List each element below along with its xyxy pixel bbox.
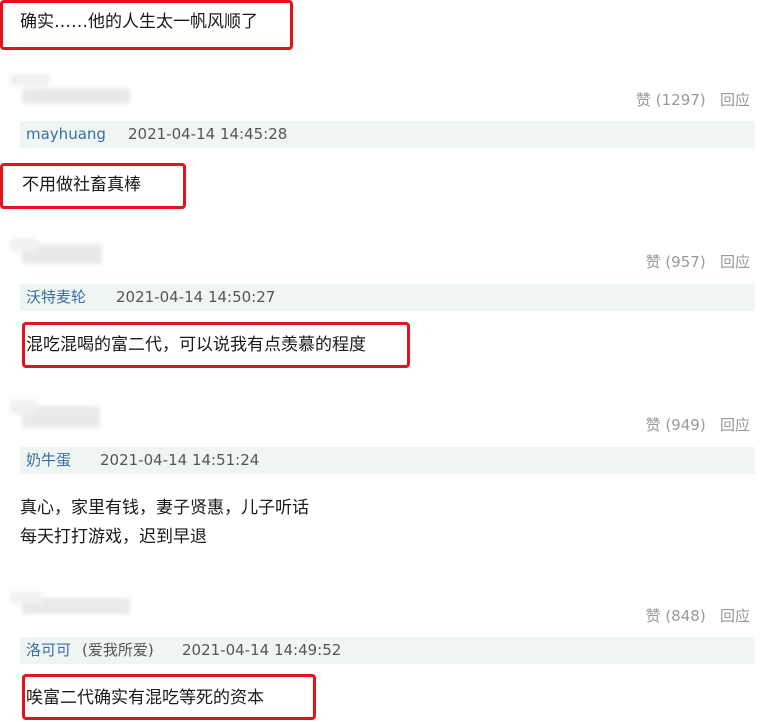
comment-text: 确实……他的人生太一帆风顺了	[20, 12, 258, 32]
like-button[interactable]: 赞 (848)	[646, 607, 706, 625]
avatar	[22, 88, 130, 104]
username-suffix: (爱我所爱)	[82, 641, 154, 659]
username-link[interactable]: mayhuang	[26, 121, 106, 148]
timestamp: 2021-04-14 14:49:52	[182, 641, 342, 659]
username-link[interactable]: 洛可可	[26, 637, 71, 664]
timestamp: 2021-04-14 14:50:27	[116, 288, 276, 306]
reply-button[interactable]: 回应	[720, 416, 750, 434]
comment-actions: 赞 (1297) 回应	[636, 89, 750, 110]
comment-actions: 赞 (949) 回应	[646, 414, 750, 435]
comment-meta: 沃特麦轮 2021-04-14 14:50:27	[20, 284, 755, 311]
comment-meta: 奶牛蛋 2021-04-14 14:51:24	[20, 447, 755, 474]
avatar	[10, 400, 38, 414]
comment-meta: 洛可可 (爱我所爱) 2021-04-14 14:49:52	[20, 637, 755, 664]
comment-actions: 赞 (848) 回应	[646, 605, 750, 626]
username-link[interactable]: 沃特麦轮	[26, 284, 86, 311]
comment-text: 唉富二代确实有混吃等死的资本	[26, 688, 264, 708]
reply-button[interactable]: 回应	[720, 607, 750, 625]
comment-text: 不用做社畜真棒	[22, 175, 141, 195]
avatar	[10, 592, 42, 604]
reply-button[interactable]: 回应	[720, 91, 750, 109]
timestamp: 2021-04-14 14:45:28	[128, 125, 288, 143]
avatar	[10, 74, 50, 86]
username-link[interactable]: 奶牛蛋	[26, 447, 71, 474]
like-button[interactable]: 赞 (957)	[646, 253, 706, 271]
comment-meta: mayhuang 2021-04-14 14:45:28	[20, 121, 755, 148]
like-button[interactable]: 赞 (1297)	[636, 91, 706, 109]
like-button[interactable]: 赞 (949)	[646, 416, 706, 434]
comment-text: 每天打打游戏，迟到早退	[20, 527, 207, 547]
avatar	[10, 238, 38, 252]
comment-text: 混吃混喝的富二代，可以说我有点羡慕的程度	[26, 335, 366, 355]
reply-button[interactable]: 回应	[720, 253, 750, 271]
comment-text: 真心，家里有钱，妻子贤惠，儿子听话	[20, 498, 309, 518]
comment-actions: 赞 (957) 回应	[646, 251, 750, 272]
timestamp: 2021-04-14 14:51:24	[100, 451, 260, 469]
